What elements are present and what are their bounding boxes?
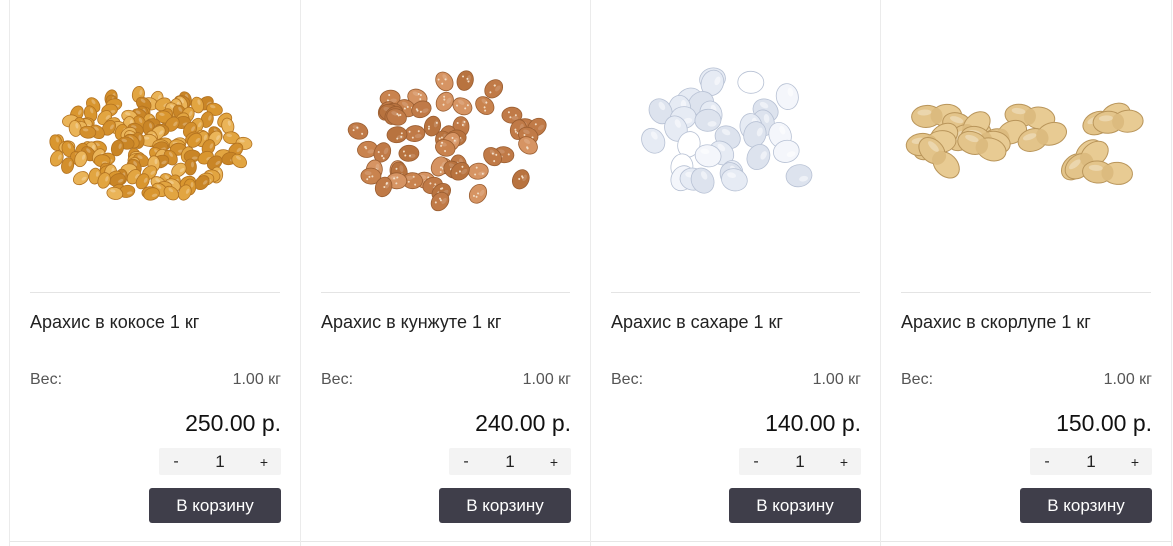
product-card: Арахис в скорлупе 1 кг Вес: 1.00 кг 150.… (880, 0, 1172, 546)
product-card: Арахис в кунжуте 1 кг Вес: 1.00 кг 240.0… (300, 0, 590, 546)
add-to-cart-button[interactable]: В корзину (149, 488, 281, 523)
product-card: Арахис в кокосе 1 кг Вес: 1.00 кг 250.00… (9, 0, 300, 546)
sesame-peanuts-image[interactable] (321, 40, 572, 250)
in-shell-peanuts-image[interactable] (901, 40, 1152, 250)
weight-label: Вес: (901, 371, 934, 388)
quantity-increase-button[interactable]: + (257, 454, 271, 470)
product-title[interactable]: Арахис в сахаре 1 кг (611, 312, 783, 333)
quantity-stepper: - 1 + (449, 448, 571, 475)
weight-label: Вес: (321, 371, 354, 388)
card-divider (321, 292, 570, 293)
quantity-stepper: - 1 + (159, 448, 281, 475)
product-card: Арахис в сахаре 1 кг Вес: 1.00 кг 140.00… (590, 0, 880, 546)
quantity-input[interactable]: 1 (473, 452, 547, 472)
quantity-decrease-button[interactable]: - (459, 453, 473, 471)
quantity-decrease-button[interactable]: - (749, 453, 763, 471)
product-price: 240.00 р. (475, 410, 571, 436)
quantity-stepper: - 1 + (739, 448, 861, 475)
card-divider (611, 292, 860, 293)
weight-label: Вес: (30, 371, 63, 388)
card-bottom-border (881, 541, 1171, 542)
product-title[interactable]: Арахис в кунжуте 1 кг (321, 312, 501, 333)
weight-value: 1.00 кг (522, 371, 571, 388)
product-grid-page: Арахис в кокосе 1 кг Вес: 1.00 кг 250.00… (0, 0, 1173, 546)
card-divider (901, 292, 1151, 293)
quantity-input[interactable]: 1 (183, 452, 257, 472)
product-title[interactable]: Арахис в скорлупе 1 кг (901, 312, 1091, 333)
quantity-input[interactable]: 1 (1054, 452, 1128, 472)
add-to-cart-button[interactable]: В корзину (1020, 488, 1152, 523)
quantity-input[interactable]: 1 (763, 452, 837, 472)
product-price: 250.00 р. (185, 410, 281, 436)
product-title[interactable]: Арахис в кокосе 1 кг (30, 312, 199, 333)
product-price: 150.00 р. (1056, 410, 1152, 436)
quantity-increase-button[interactable]: + (1128, 454, 1142, 470)
quantity-increase-button[interactable]: + (837, 454, 851, 470)
card-bottom-border (591, 541, 880, 542)
weight-label: Вес: (611, 371, 644, 388)
sugar-peanuts-image[interactable] (611, 40, 862, 250)
quantity-increase-button[interactable]: + (547, 454, 561, 470)
card-divider (30, 292, 280, 293)
product-grid: Арахис в кокосе 1 кг Вес: 1.00 кг 250.00… (9, 0, 1172, 546)
quantity-stepper: - 1 + (1030, 448, 1152, 475)
add-to-cart-button[interactable]: В корзину (439, 488, 571, 523)
card-bottom-border (10, 541, 300, 542)
quantity-decrease-button[interactable]: - (169, 453, 183, 471)
product-price: 140.00 р. (765, 410, 861, 436)
weight-value: 1.00 кг (812, 371, 861, 388)
add-to-cart-button[interactable]: В корзину (729, 488, 861, 523)
weight-value: 1.00 кг (232, 371, 281, 388)
card-bottom-border (301, 541, 590, 542)
weight-value: 1.00 кг (1103, 371, 1152, 388)
coconut-peanuts-image[interactable] (30, 40, 281, 250)
quantity-decrease-button[interactable]: - (1040, 453, 1054, 471)
